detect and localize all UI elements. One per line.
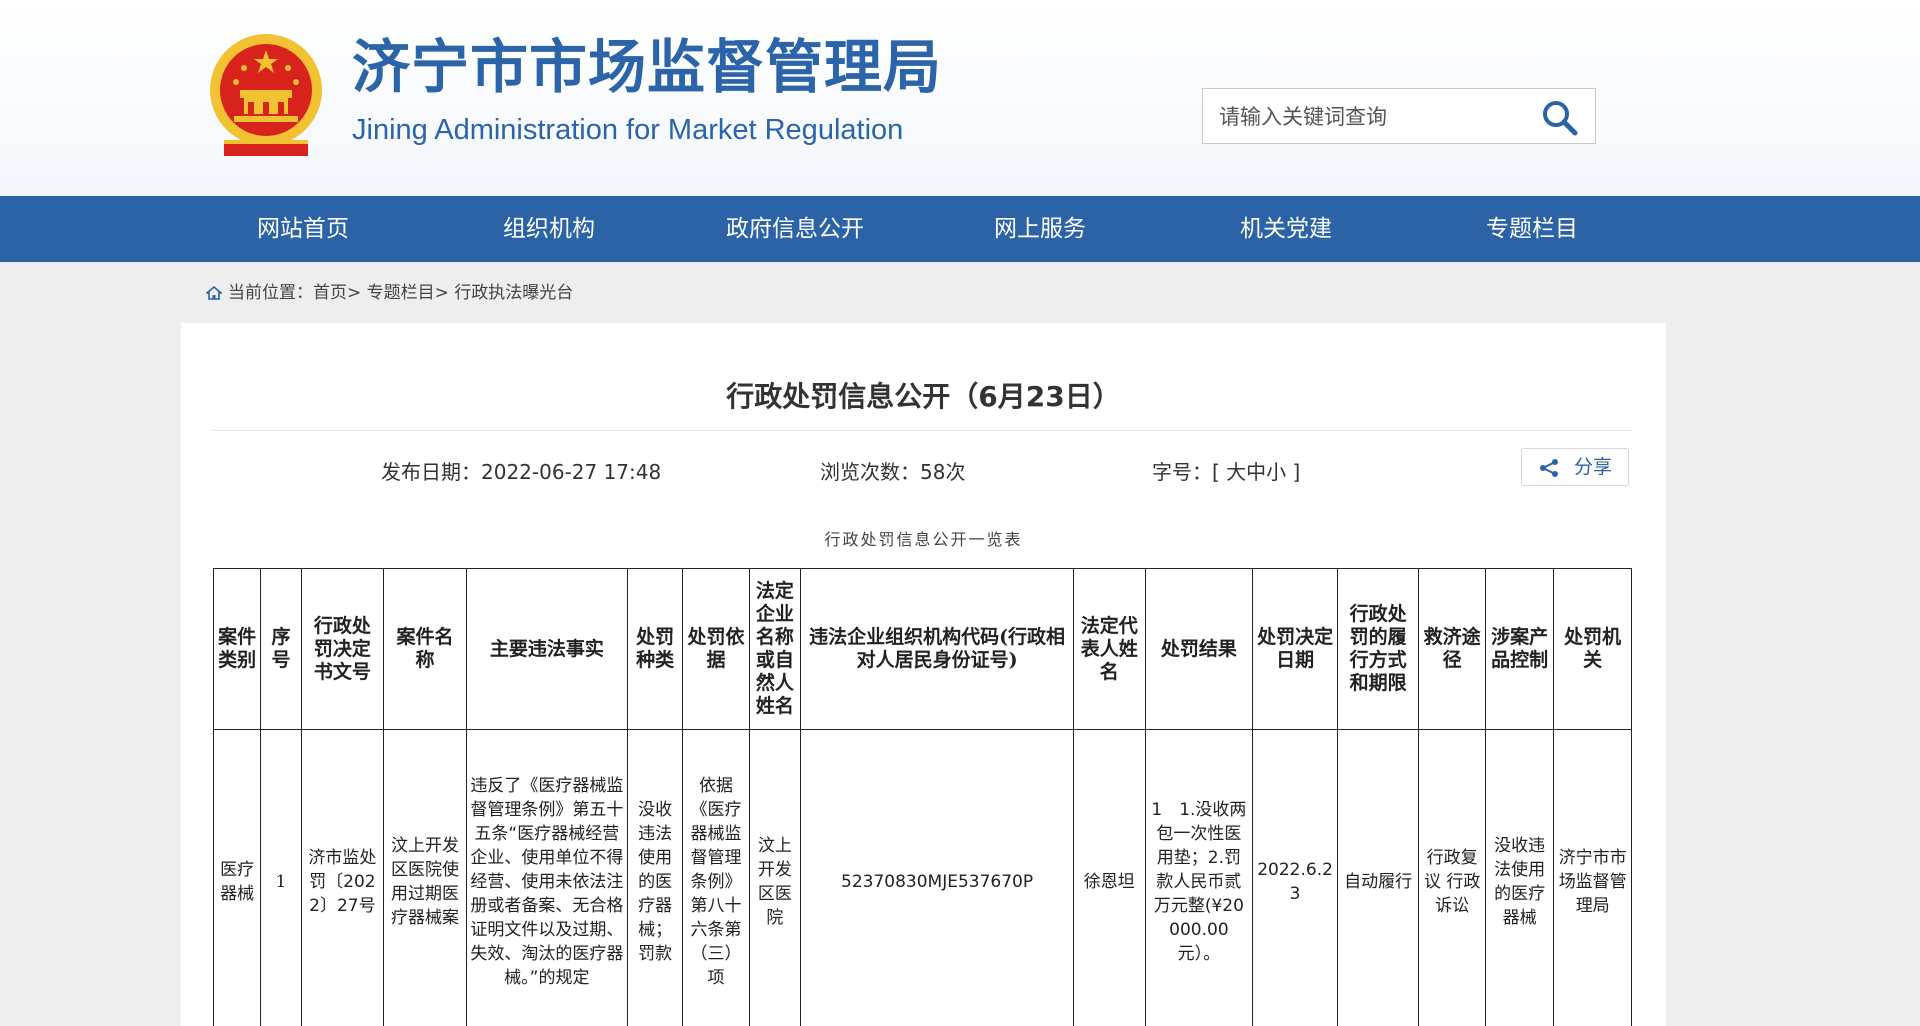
col-header: 违法企业组织机构代码(行政相对人居民身份证号) xyxy=(800,568,1075,730)
nav-item-party-building[interactable]: 机关党建 xyxy=(1176,196,1396,262)
search-icon[interactable] xyxy=(1541,99,1579,137)
cell-performance-method: 自动履行 xyxy=(1336,729,1420,1026)
site-header: 济宁市市场监督管理局 Jining Administration for Mar… xyxy=(0,0,1920,196)
col-header: 案件名称 xyxy=(383,568,467,730)
font-size-control[interactable]: 字号：[ 大中小 ] xyxy=(1152,456,1300,485)
col-header: 处罚结果 xyxy=(1144,568,1254,730)
col-header: 法定企业名称或自然人姓名 xyxy=(748,568,802,730)
search-box xyxy=(1202,88,1596,145)
col-header: 处罚决定日期 xyxy=(1252,568,1338,730)
cell-decision-date: 2022.6.23 xyxy=(1252,729,1338,1026)
page-title: 行政处罚信息公开（6月23日） xyxy=(726,380,1121,413)
cell-violation-facts: 违反了《医疗器械监督管理条例》第五十五条“医疗器械经营企业、使用单位不得经营、使… xyxy=(465,729,628,1026)
view-count: 浏览次数：58次 xyxy=(820,460,966,484)
site-subtitle: Jining Administration for Market Regulat… xyxy=(352,114,904,146)
nav-item-online-services[interactable]: 网上服务 xyxy=(930,196,1150,262)
cell-case-name: 汶上开发区医院使用过期医疗器械案 xyxy=(383,729,467,1026)
share-icon xyxy=(1540,459,1558,477)
col-header: 序号 xyxy=(260,568,302,730)
table-row: 医疗器械 1 济市监处罚〔2022〕27号 汶上开发区医院使用过期医疗器械案 违… xyxy=(212,729,1632,1026)
table-header-row: 案件类别 序号 行政处罚决定书文号 案件名称 主要违法事实 处罚种类 处罚依据 … xyxy=(212,568,1632,730)
cell-entity-name: 汶上开发区医院 xyxy=(748,729,802,1026)
cell-penalty-authority: 济宁市市场监督管理局 xyxy=(1553,729,1632,1026)
col-header: 处罚种类 xyxy=(626,568,684,730)
share-label: 分享 xyxy=(1574,456,1613,478)
nav-item-home[interactable]: 网站首页 xyxy=(193,196,413,262)
cell-penalty-result: 1 1.没收两包一次性医用垫；2.罚款人民币贰万元整(¥20000.00元）。 xyxy=(1144,729,1254,1026)
content-panel: 行政处罚信息公开（6月23日） 发布日期：2022-06-27 17:48 浏览… xyxy=(181,323,1666,1026)
search-input[interactable] xyxy=(1217,89,1521,145)
col-header: 行政处罚的履行方式和期限 xyxy=(1336,568,1420,730)
penalty-table: 案件类别 序号 行政处罚决定书文号 案件名称 主要违法事实 处罚种类 处罚依据 … xyxy=(212,568,1632,1026)
col-header: 处罚依据 xyxy=(682,568,750,730)
nav-item-organization[interactable]: 组织机构 xyxy=(439,196,659,262)
breadcrumb-home[interactable]: 首页> xyxy=(313,283,361,303)
col-header: 行政处罚决定书文号 xyxy=(300,568,385,730)
home-icon xyxy=(206,286,222,300)
col-header: 涉案产品控制 xyxy=(1484,568,1555,730)
national-emblem-icon xyxy=(210,34,322,156)
cell-penalty-basis: 依据《医疗器械监督管理条例》第八十六条第（三）项 xyxy=(682,729,750,1026)
breadcrumb-current[interactable]: 行政执法曝光台 xyxy=(454,283,573,303)
cell-remedy: 行政复议 行政诉讼 xyxy=(1418,729,1486,1026)
publish-date: 发布日期：2022-06-27 17:48 xyxy=(381,460,662,484)
cell-product-control: 没收违法使用的医疗器械 xyxy=(1484,729,1555,1026)
site-title: 济宁市市场监督管理局 xyxy=(352,33,943,101)
share-button[interactable]: 分享 xyxy=(1521,448,1629,486)
col-header: 案件类别 xyxy=(212,568,262,730)
cell-org-code: 52370830MJE537670P xyxy=(800,729,1075,1026)
cell-legal-representative: 徐恩坦 xyxy=(1073,729,1146,1026)
breadcrumb-prefix: 当前位置： xyxy=(228,283,313,303)
title-divider xyxy=(213,430,1633,431)
nav-item-special-topics[interactable]: 专题栏目 xyxy=(1422,196,1642,262)
breadcrumb-special-topics[interactable]: 专题栏目> xyxy=(367,283,449,303)
cell-penalty-type: 没收违法使用的医疗器械；罚款 xyxy=(626,729,684,1026)
breadcrumb: 当前位置：首页> 专题栏目> 行政执法曝光台 xyxy=(206,278,573,308)
main-nav: 网站首页 组织机构 政府信息公开 网上服务 机关党建 专题栏目 xyxy=(0,196,1920,262)
cell-case-category: 医疗器械 xyxy=(212,729,262,1026)
cell-decision-number: 济市监处罚〔2022〕27号 xyxy=(300,729,385,1026)
cell-serial-number: 1 xyxy=(260,729,302,1026)
col-header: 救济途径 xyxy=(1418,568,1486,730)
col-header: 法定代表人姓名 xyxy=(1073,568,1146,730)
col-header: 处罚机关 xyxy=(1553,568,1632,730)
col-header: 主要违法事实 xyxy=(465,568,628,730)
table-caption: 行政处罚信息公开一览表 xyxy=(824,530,1023,549)
nav-item-gov-info[interactable]: 政府信息公开 xyxy=(685,196,905,262)
